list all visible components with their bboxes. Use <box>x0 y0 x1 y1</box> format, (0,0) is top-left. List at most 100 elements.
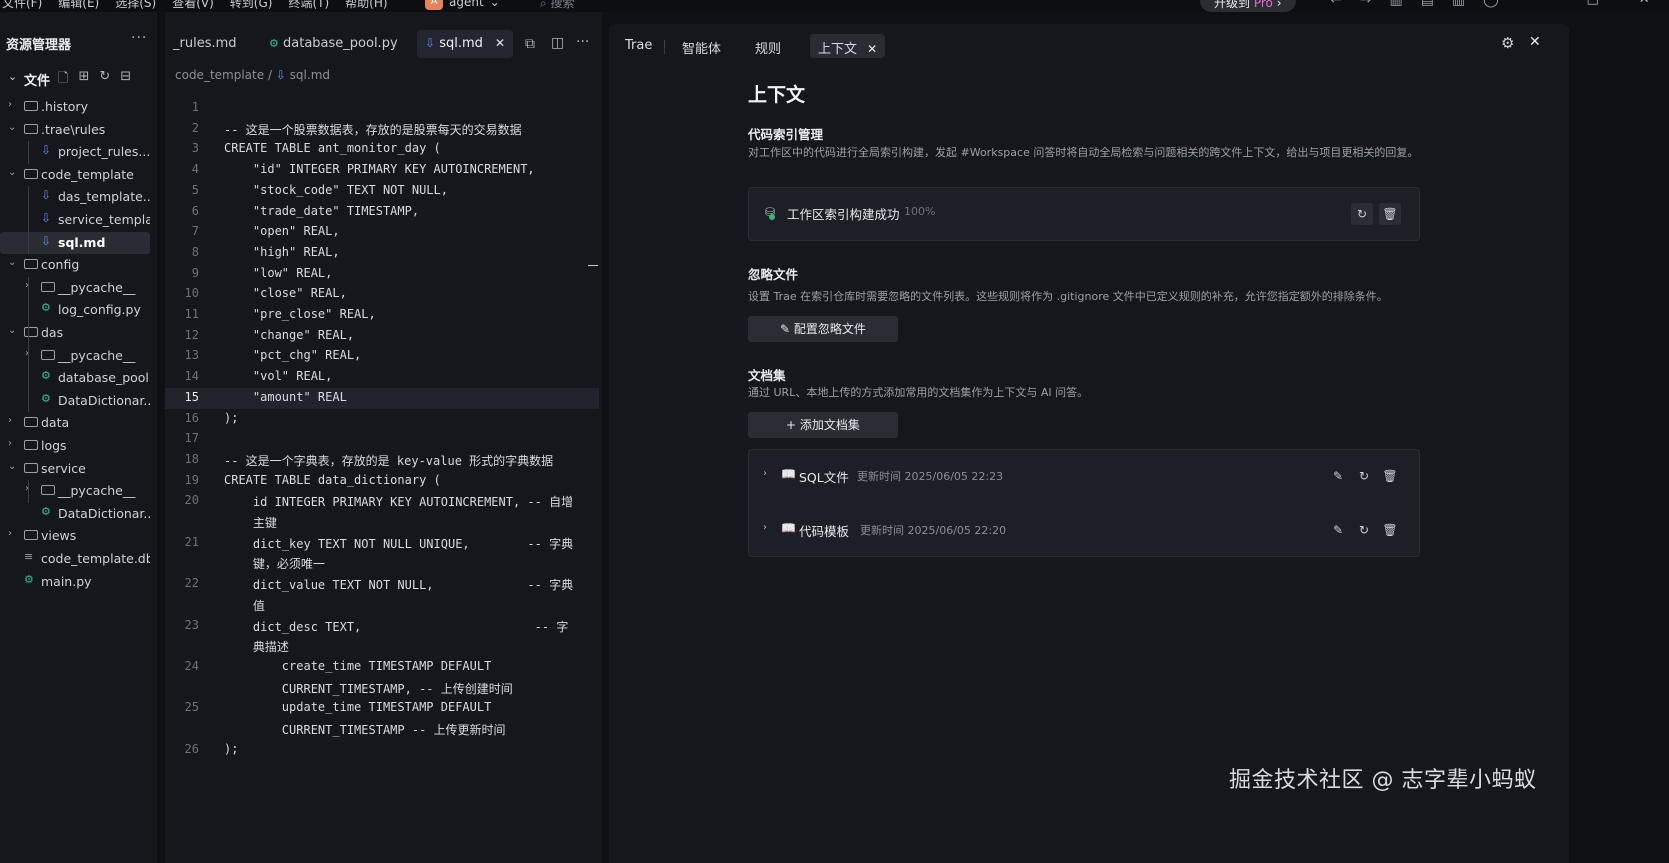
forward-arrow-icon[interactable]: → <box>1360 0 1372 8</box>
tab-label: sql.md <box>439 36 483 51</box>
tab-sql-md[interactable]: ⇩ sql.md ✕ <box>417 30 514 58</box>
close-panel-icon[interactable]: ✕ <box>1529 34 1541 50</box>
gear-icon[interactable]: ⚙ <box>1501 34 1514 52</box>
tree-folder[interactable]: › .history <box>0 96 150 118</box>
maximize-icon[interactable]: □ <box>1587 0 1599 7</box>
trash-icon[interactable]: 🗑 <box>1379 519 1401 541</box>
chevron-down-icon[interactable]: ⌄ <box>8 257 16 268</box>
new-file-icon[interactable]: 🗋 <box>58 69 68 91</box>
layout-bottom-icon[interactable]: ▤ <box>1421 0 1434 8</box>
tab-label: 智能体 <box>682 42 722 57</box>
more-icon[interactable]: ··· <box>576 34 589 50</box>
breadcrumb-file[interactable]: sql.md <box>290 68 330 82</box>
tab-rules-md[interactable]: _rules.md <box>165 30 245 58</box>
tree-folder[interactable]: › data <box>0 412 150 434</box>
tree-file[interactable]: ⚙ log_config.py <box>0 299 150 321</box>
chevron-right-icon[interactable]: › <box>8 438 12 449</box>
tab-agent[interactable]: 智能体 <box>674 34 729 58</box>
menu-edit[interactable]: 编辑(E) <box>58 0 99 11</box>
tree-folder[interactable]: › views <box>0 525 150 547</box>
chevron-right-icon[interactable]: › <box>8 415 12 426</box>
tab-context[interactable]: 上下文 ✕ <box>810 34 886 58</box>
tree-folder[interactable]: ⌄ das <box>0 322 150 344</box>
explorer-section-files[interactable]: ⌄ 文件 🗋 ⊞ ↻ ⊟ <box>0 68 157 90</box>
breadcrumb-separator: / <box>267 68 276 82</box>
tab-label: database_pool.py <box>283 36 398 51</box>
close-window-icon[interactable]: ✕ <box>1639 0 1650 7</box>
tree-folder[interactable]: › __pycache__ <box>0 277 150 299</box>
tree-folder[interactable]: ⌄ code_template <box>0 164 150 186</box>
tab-rules[interactable]: 规则 <box>747 34 789 58</box>
chevron-right-icon[interactable]: › <box>763 468 767 479</box>
menu-terminal[interactable]: 终端(T) <box>288 0 329 11</box>
account-icon[interactable]: ◯ <box>1483 0 1499 8</box>
upgrade-button[interactable]: 升级到 Pro › <box>1200 0 1296 12</box>
rebuild-index-button[interactable]: ↻ <box>1351 203 1373 225</box>
back-arrow-icon[interactable]: ← <box>1330 0 1342 8</box>
close-icon[interactable]: ✕ <box>867 42 877 56</box>
refresh-icon[interactable]: ↻ <box>1353 519 1375 541</box>
code-line: "pct_chg" REAL, <box>224 348 362 363</box>
tab-database-pool[interactable]: ⚙ database_pool.py <box>261 30 406 58</box>
chevron-right-icon[interactable]: › <box>8 99 12 110</box>
tree-folder[interactable]: ⌄ service <box>0 458 150 480</box>
python-file-icon: ⚙ <box>41 369 51 383</box>
tree-file[interactable]: ⇩ project_rules.... <box>0 141 150 163</box>
menu-file[interactable]: 文件(F) <box>2 0 42 11</box>
search-box[interactable]: ⌕ 搜索 <box>540 0 575 11</box>
chevron-down-icon[interactable]: ⌄ <box>8 461 16 472</box>
menu-view[interactable]: 查看(V) <box>172 0 214 11</box>
breadcrumb-folder[interactable]: code_template <box>175 68 264 82</box>
menu-help[interactable]: 帮助(H) <box>345 0 387 11</box>
doc-item[interactable]: › 📖 SQL文件 更新时间 2025/06/05 22:23 ✎ ↻ 🗑 <box>749 450 1421 504</box>
edit-icon[interactable]: ✎ <box>1327 465 1349 487</box>
tree-file[interactable]: ⚙ DataDictionar... <box>0 390 150 412</box>
tree-folder[interactable]: › __pycache__ <box>0 345 150 367</box>
menu-items: 文件(F) 编辑(E) 选择(S) 查看(V) 转到(G) 终端(T) 帮助(H… <box>2 0 388 11</box>
tab-label: 上下文 <box>818 42 858 57</box>
chevron-right-icon[interactable]: › <box>763 522 767 533</box>
tree-folder[interactable]: › __pycache__ <box>0 480 150 502</box>
refresh-icon[interactable]: ↻ <box>99 69 110 91</box>
tree-file[interactable]: ⇩ das_template.... <box>0 186 150 208</box>
configure-ignore-button[interactable]: ✎ 配置忽略文件 <box>748 316 898 342</box>
new-folder-icon[interactable]: ⊞ <box>78 69 89 91</box>
split-editor-icon[interactable]: ◫ <box>551 35 564 51</box>
chevron-down-icon[interactable]: ⌄ <box>8 325 16 336</box>
tree-folder[interactable]: ⌄ .trae\rules <box>0 119 150 141</box>
tree-file[interactable]: ⚙ main.py <box>0 571 150 593</box>
folder-icon <box>24 123 38 134</box>
tree-folder[interactable]: › logs <box>0 435 150 457</box>
doc-item[interactable]: › 📖 代码模板 更新时间 2025/06/05 22:20 ✎ ↻ 🗑 <box>749 504 1421 558</box>
chevron-down-icon[interactable]: ⌄ <box>8 122 16 133</box>
tree-file[interactable]: ⇩ service_templa... <box>0 209 150 231</box>
tree-folder[interactable]: ⌄ config <box>0 254 150 276</box>
tab-trae[interactable]: Trae <box>617 34 660 58</box>
tree-file[interactable]: ⚙ database_pool... <box>0 367 150 389</box>
more-icon[interactable]: ··· <box>131 30 147 46</box>
layout-right-icon[interactable]: ▥ <box>1452 0 1465 8</box>
tree-file[interactable]: ⇩ sql.md <box>0 231 150 254</box>
chevron-down-icon[interactable]: ⌄ <box>8 167 16 178</box>
add-docs-button[interactable]: + 添加文档集 <box>748 412 898 438</box>
project-switcher[interactable]: A agent ⌄ <box>425 0 500 10</box>
menu-select[interactable]: 选择(S) <box>115 0 156 11</box>
python-file-icon: ⚙ <box>41 391 51 405</box>
trash-icon[interactable]: 🗑 <box>1379 465 1401 487</box>
tree-file[interactable]: ⚙ DataDictionar... <box>0 503 150 525</box>
doc-updated: 更新时间 2025/06/05 22:23 <box>857 470 1004 483</box>
chevron-right-icon[interactable]: › <box>8 528 12 539</box>
layout-left-icon[interactable]: ▥ <box>1389 0 1402 8</box>
tree-item-label: service_templa... <box>58 212 150 227</box>
collapse-all-icon[interactable]: ⊟ <box>120 69 131 91</box>
edit-icon[interactable]: ✎ <box>1327 519 1349 541</box>
tree-file[interactable]: ≡ code_template.db <box>0 548 150 570</box>
menu-goto[interactable]: 转到(G) <box>230 0 273 11</box>
preview-icon[interactable]: ⧉ <box>525 36 535 52</box>
refresh-icon[interactable]: ↻ <box>1353 465 1375 487</box>
code-line: -- 这是一个字典表，存放的是 key-value 形式的字典数据 <box>224 453 554 468</box>
close-icon[interactable]: ✕ <box>495 36 505 50</box>
database-file-icon: ≡ <box>24 550 34 563</box>
delete-index-button[interactable]: 🗑 <box>1379 203 1401 225</box>
minimize-icon[interactable]: – <box>1540 0 1547 7</box>
